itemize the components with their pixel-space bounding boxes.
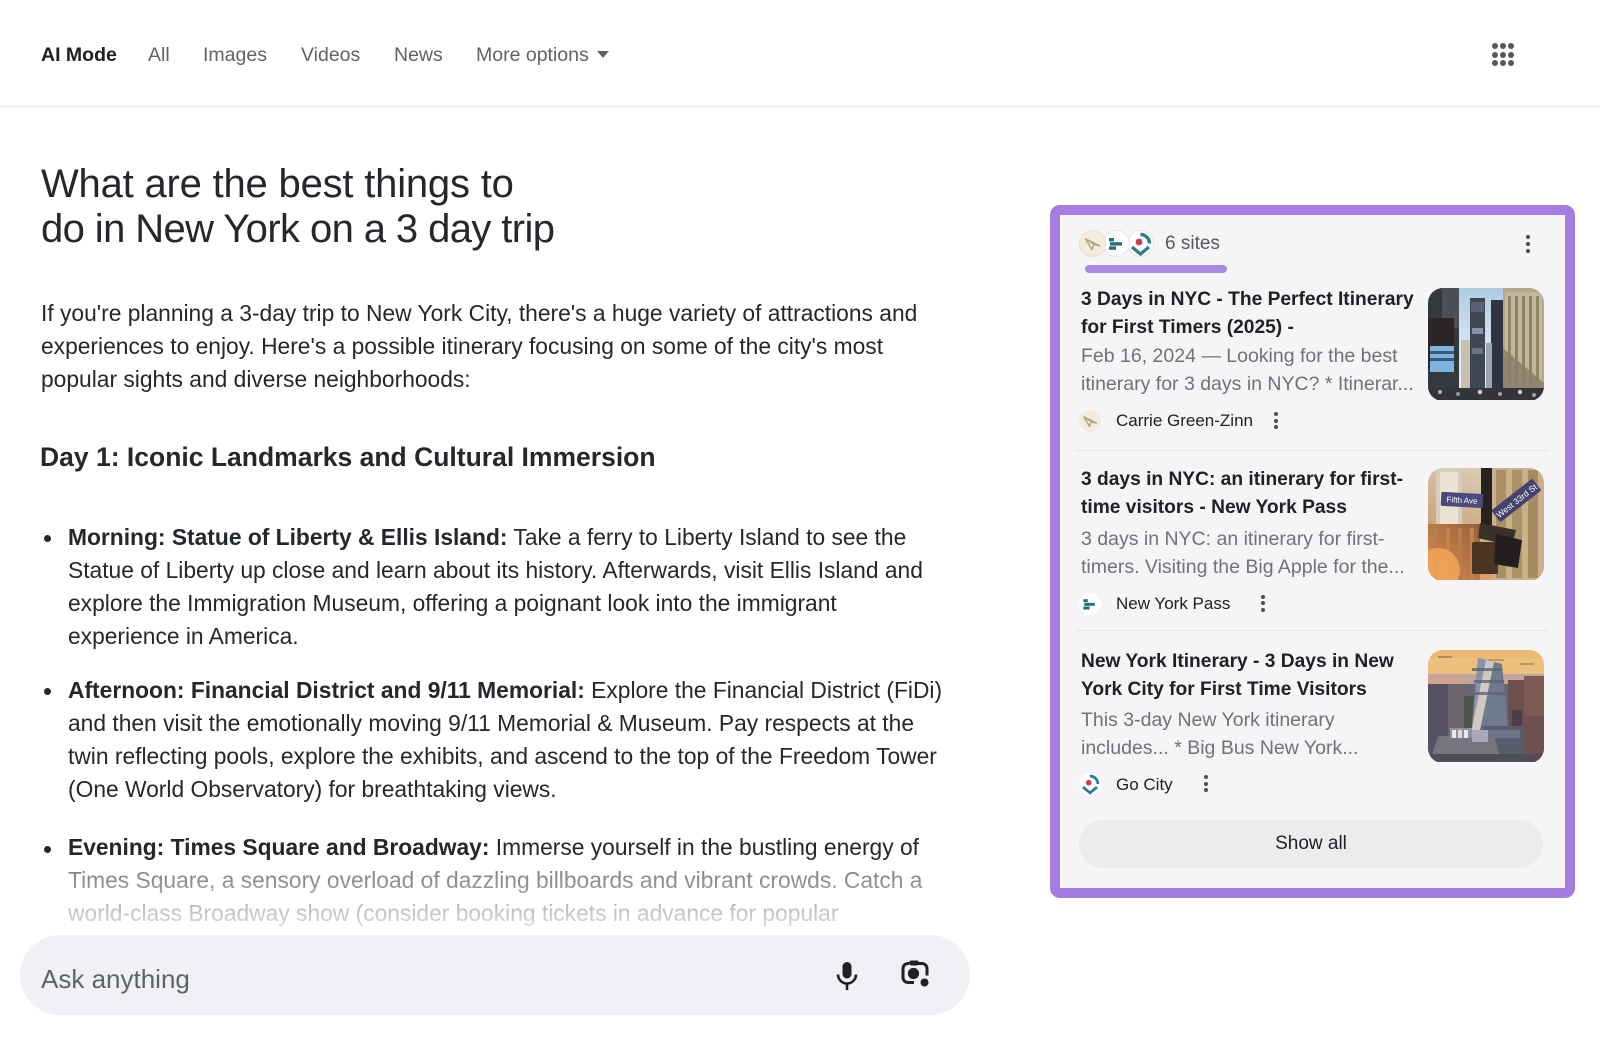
svg-text:Fifth Ave: Fifth Ave (1446, 495, 1478, 506)
